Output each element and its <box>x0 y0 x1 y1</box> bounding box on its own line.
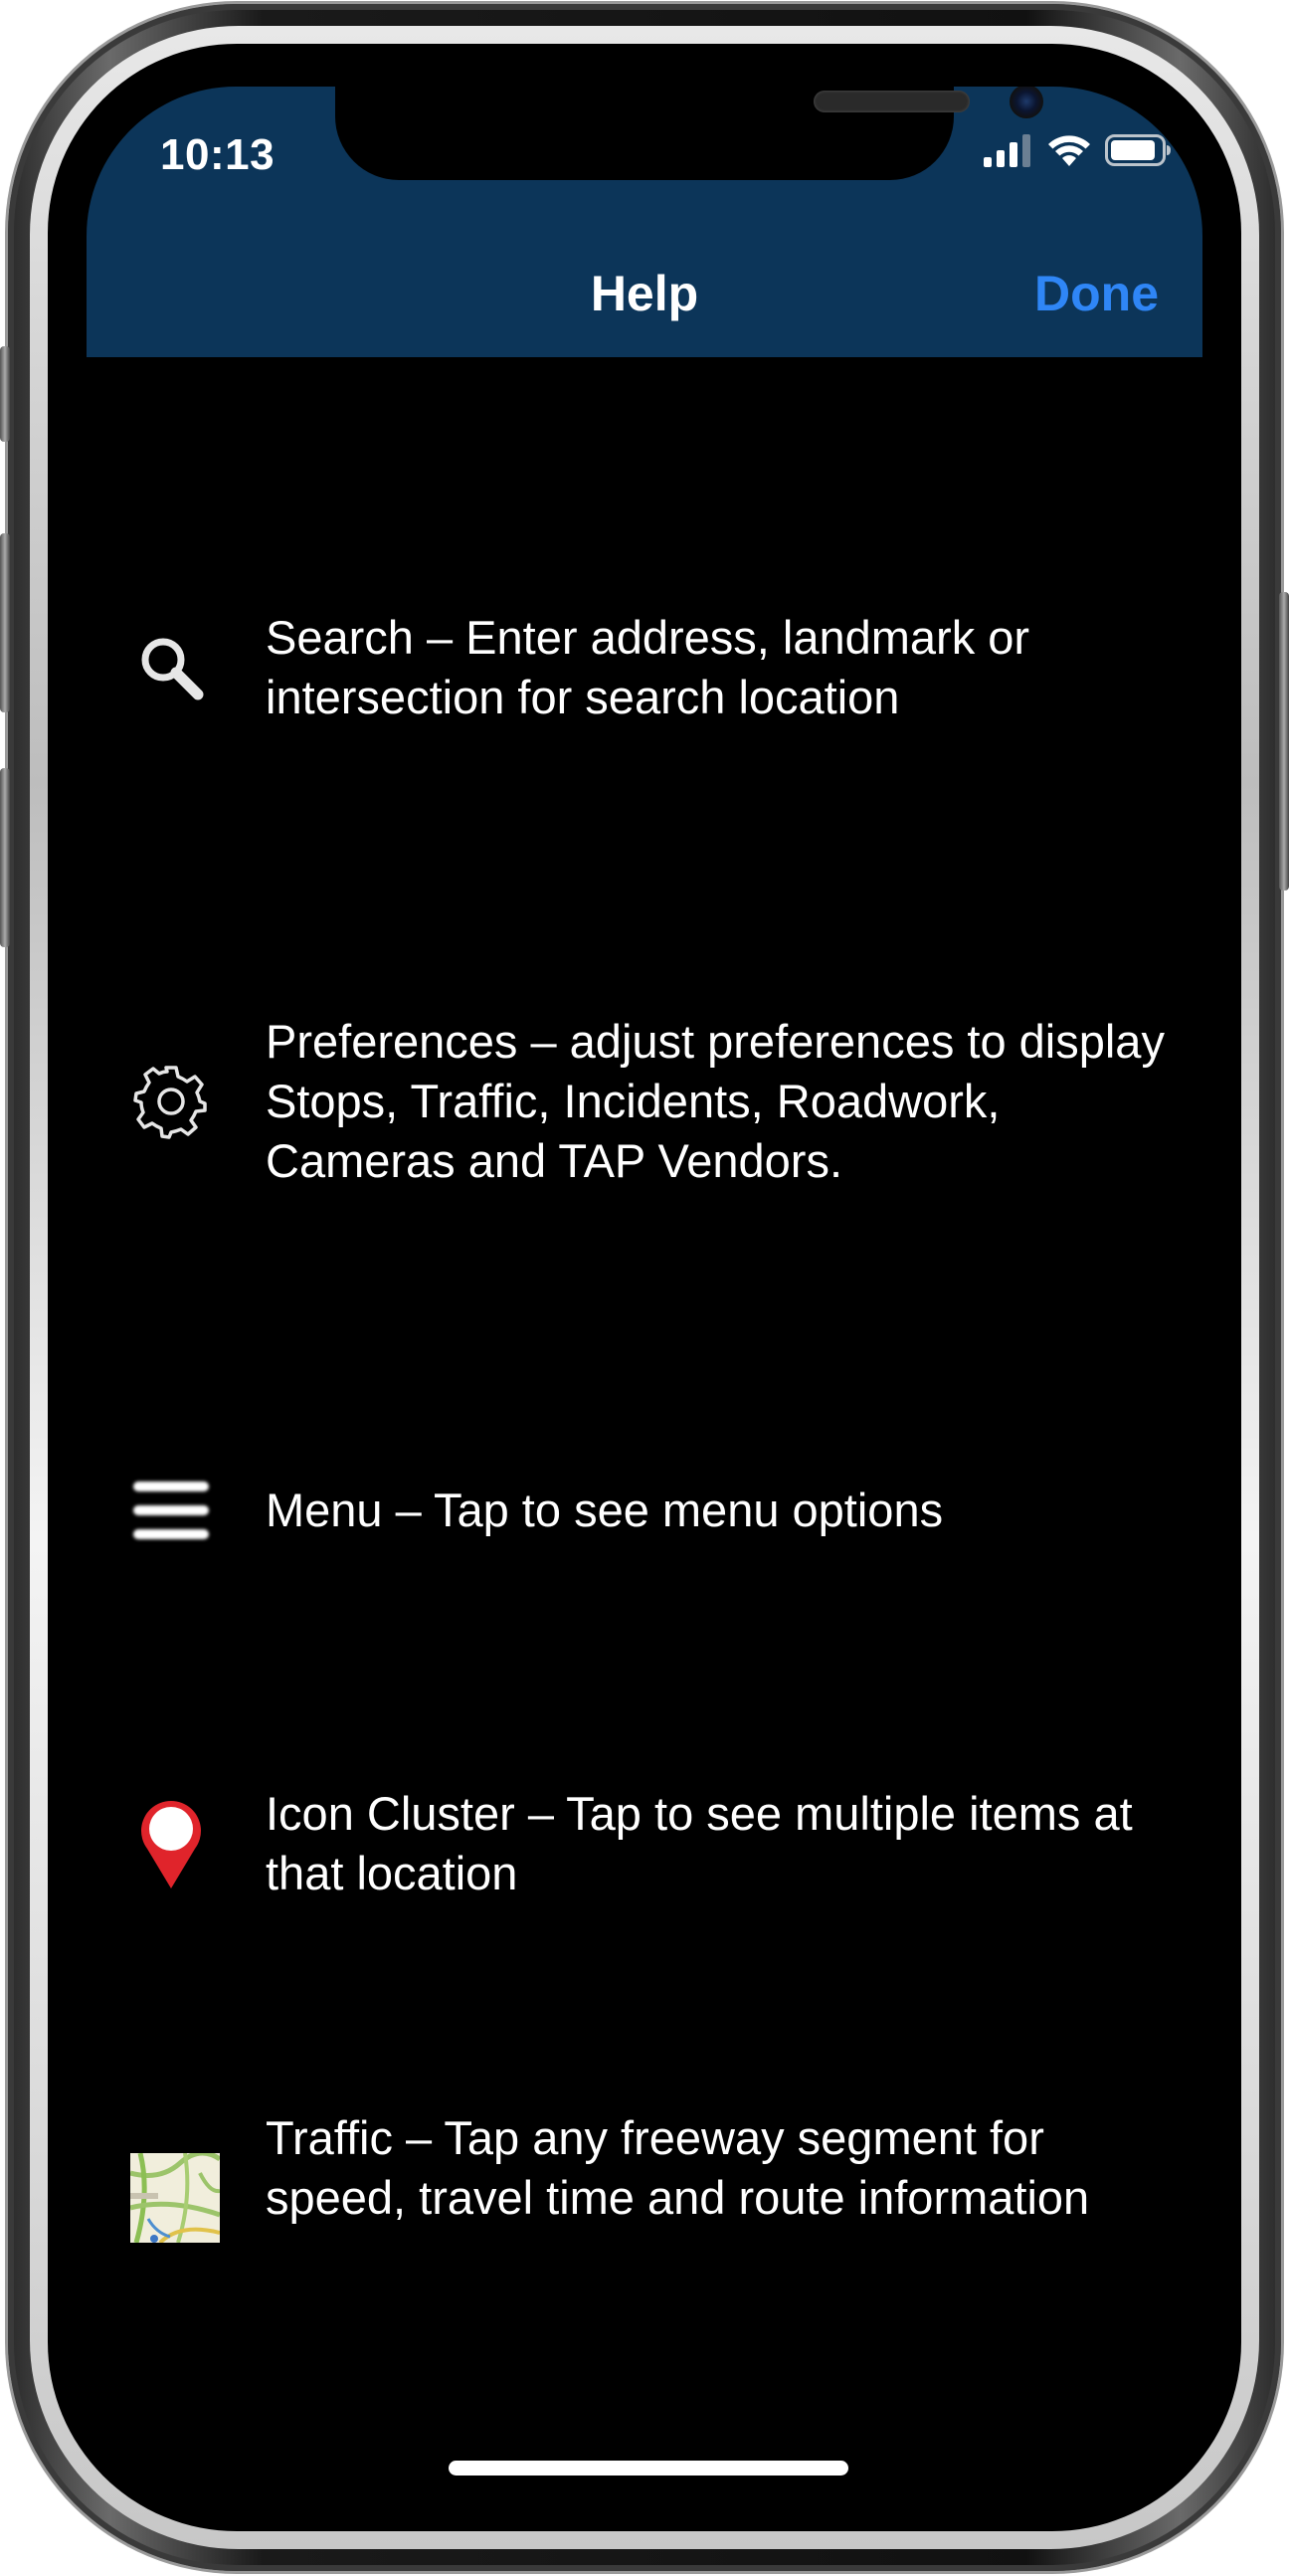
wifi-icon <box>1047 133 1091 172</box>
help-item-text: Traffic – Tap any freeway segment for sp… <box>266 2111 1090 2224</box>
front-camera <box>1010 87 1043 118</box>
battery-icon <box>1105 133 1173 172</box>
search-icon <box>126 608 216 727</box>
help-item-text: Search – Enter address, landmark or inte… <box>266 611 1030 723</box>
gear-icon <box>126 1042 216 1161</box>
help-item-text: Menu – Tap to see menu options <box>266 1484 944 1536</box>
home-indicator[interactable] <box>449 2461 848 2476</box>
menu-icon <box>126 1451 216 1570</box>
traffic-map-icon <box>130 2108 220 2287</box>
notch <box>335 87 1043 180</box>
power-button <box>1279 592 1289 891</box>
navigation-bar: 10:13 Help Done <box>87 87 1202 357</box>
cellular-signal-icon <box>984 133 1033 172</box>
earpiece-speaker <box>814 91 970 112</box>
volume-up-button <box>0 533 10 712</box>
help-item-text: Preferences – adjust preferences to disp… <box>266 1015 1165 1187</box>
help-item-text: Icon Cluster – Tap to see multiple items… <box>266 1787 1133 1899</box>
status-icons <box>984 133 1173 172</box>
map-pin-icon <box>126 1784 216 1903</box>
silent-switch <box>0 346 10 442</box>
status-time: 10:13 <box>160 130 276 179</box>
phone-screen: 10:13 Help Done Search – Enter address, … <box>87 87 1202 2489</box>
done-button[interactable]: Done <box>1034 264 1159 323</box>
volume-down-button <box>0 768 10 947</box>
